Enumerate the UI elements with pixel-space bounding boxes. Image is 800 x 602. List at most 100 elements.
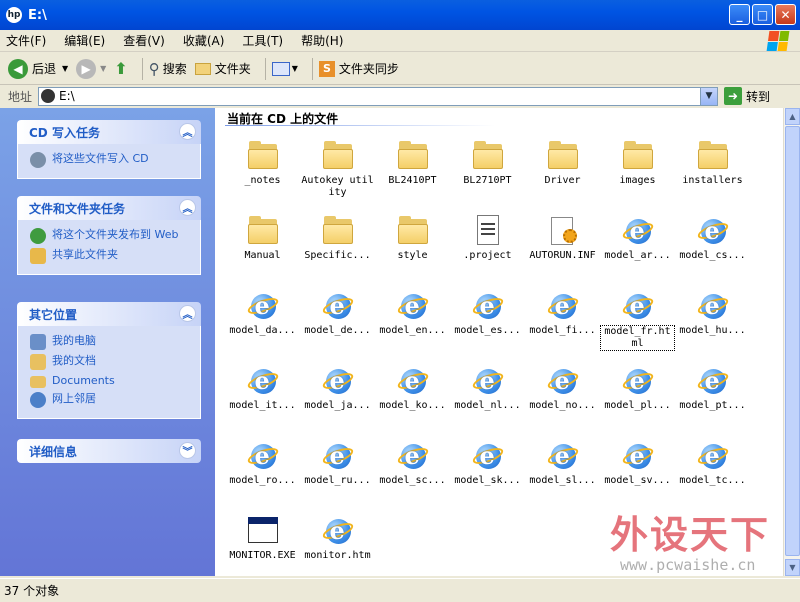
file-item[interactable]: .project [450, 215, 525, 262]
menu-edit[interactable]: 编辑(E) [64, 32, 105, 49]
back-button[interactable]: ◀ 后退 ▼ [8, 58, 69, 79]
html-document-icon: e [620, 215, 655, 247]
file-item[interactable]: e model_da... [225, 290, 300, 337]
scroll-down-button[interactable]: ▼ [785, 559, 800, 576]
html-document-icon: e [695, 290, 730, 322]
file-item[interactable]: e model_cs... [675, 215, 750, 262]
task-write-cd[interactable]: 将这些文件写入 CD [30, 152, 194, 168]
setup-info-icon [547, 215, 579, 247]
file-item[interactable]: e model_ro... [225, 440, 300, 487]
menu-favorites[interactable]: 收藏(A) [183, 32, 225, 49]
file-name: model_hu... [679, 325, 746, 336]
minimize-button[interactable]: _ [729, 4, 750, 25]
panel-details: 详细信息 ︾ [17, 439, 201, 463]
maximize-button[interactable]: □ [752, 4, 773, 25]
chevron-down-icon: ▼ [291, 64, 298, 73]
scroll-thumb[interactable] [785, 126, 800, 556]
collapse-icon[interactable]: ︽ [179, 123, 196, 140]
place-my-computer[interactable]: 我的电脑 [30, 334, 194, 350]
file-item[interactable]: e model_sc... [375, 440, 450, 487]
place-label: 网上邻居 [52, 392, 96, 405]
expand-icon[interactable]: ︾ [179, 442, 196, 459]
panel-file-tasks: 文件和文件夹任务 ︽ 将这个文件夹发布到 Web 共享此文件夹 [17, 196, 201, 275]
file-item[interactable]: e model_ko... [375, 365, 450, 412]
file-item[interactable]: e model_nl... [450, 365, 525, 412]
search-button[interactable]: ⚲ 搜索 [149, 60, 187, 78]
place-documents[interactable]: Documents [30, 374, 194, 388]
file-item[interactable]: BL2410PT [375, 140, 450, 187]
file-name: model_sk... [454, 475, 521, 486]
file-item[interactable]: e model_hu... [675, 290, 750, 337]
heading-underline [225, 125, 495, 126]
task-publish-web[interactable]: 将这个文件夹发布到 Web [30, 228, 194, 244]
file-item[interactable]: AUTORUN.INF [525, 215, 600, 262]
file-item[interactable]: e model_sl... [525, 440, 600, 487]
panel-header[interactable]: 文件和文件夹任务 ︽ [17, 196, 201, 220]
menu-view[interactable]: 查看(V) [123, 32, 165, 49]
panel-header[interactable]: CD 写入任务 ︽ [17, 120, 201, 144]
file-item[interactable]: BL2710PT [450, 140, 525, 187]
back-arrow-icon: ◀ [8, 58, 28, 79]
file-item[interactable]: e model_tc... [675, 440, 750, 487]
menu-help[interactable]: 帮助(H) [301, 32, 343, 49]
go-button[interactable]: ➜ 转到 [724, 87, 770, 105]
file-item[interactable]: e model_fi... [525, 290, 600, 337]
file-item[interactable]: e model_pt... [675, 365, 750, 412]
up-button[interactable]: ⬆ [114, 59, 127, 78]
chevron-down-icon: ▼ [62, 64, 69, 73]
file-name: style [397, 250, 428, 261]
hp-drive-icon [41, 89, 56, 103]
collapse-icon[interactable]: ︽ [179, 305, 196, 322]
panel-header[interactable]: 其它位置 ︽ [17, 302, 201, 326]
address-input[interactable]: E:\ ▼ [38, 86, 719, 106]
address-dropdown-button[interactable]: ▼ [700, 87, 718, 105]
task-share-folder[interactable]: 共享此文件夹 [30, 248, 194, 264]
file-item[interactable]: e model_es... [450, 290, 525, 337]
file-item[interactable]: e model_it... [225, 365, 300, 412]
menu-file[interactable]: 文件(F) [6, 32, 46, 49]
file-item[interactable]: e model_sv... [600, 440, 675, 487]
file-item[interactable]: e model_ru... [300, 440, 375, 487]
application-icon [247, 515, 279, 547]
go-label: 转到 [746, 89, 771, 104]
html-document-icon: e [245, 365, 280, 397]
folder-icon [547, 140, 579, 172]
file-item[interactable]: images [600, 140, 675, 187]
file-item[interactable]: e model_pl... [600, 365, 675, 412]
file-name: Driver [544, 175, 581, 186]
file-item[interactable]: e model_fr.html [600, 290, 675, 351]
forward-button[interactable]: ▶ ▼ [76, 58, 106, 79]
file-item[interactable]: e model_en... [375, 290, 450, 337]
file-name: Specific... [304, 250, 371, 261]
file-item[interactable]: e model_de... [300, 290, 375, 337]
file-item[interactable]: e monitor.htm [300, 515, 375, 562]
file-item[interactable]: e model_ja... [300, 365, 375, 412]
menu-tools[interactable]: 工具(T) [242, 32, 283, 49]
file-item[interactable]: Manual [225, 215, 300, 262]
file-item[interactable]: Autokey utility [300, 140, 375, 199]
folder-icon [622, 140, 654, 172]
file-item[interactable]: Driver [525, 140, 600, 187]
file-item[interactable]: style [375, 215, 450, 262]
html-document-icon: e [320, 440, 355, 472]
scroll-up-button[interactable]: ▲ [785, 108, 800, 125]
file-item[interactable]: installers [675, 140, 750, 187]
file-item[interactable]: _notes [225, 140, 300, 187]
file-item[interactable]: e model_ar... [600, 215, 675, 262]
task-label: 将这些文件写入 CD [52, 152, 149, 165]
search-icon: ⚲ [148, 59, 160, 78]
folder-sync-button[interactable]: S 文件夹同步 [318, 60, 399, 77]
place-network[interactable]: 网上邻居 [30, 392, 194, 408]
views-button[interactable]: ▼ [271, 61, 298, 76]
place-my-documents[interactable]: 我的文档 [30, 354, 194, 370]
panel-header[interactable]: 详细信息 ︾ [17, 439, 201, 463]
vertical-scrollbar[interactable]: ▲ ▼ [783, 108, 800, 576]
collapse-icon[interactable]: ︽ [179, 199, 196, 216]
folders-button[interactable]: 文件夹 [194, 60, 251, 77]
file-item[interactable]: e model_sk... [450, 440, 525, 487]
file-item[interactable]: e model_no... [525, 365, 600, 412]
file-item[interactable]: Specific... [300, 215, 375, 262]
close-button[interactable]: ✕ [775, 4, 796, 25]
file-name: model_ar... [604, 250, 671, 261]
file-item[interactable]: MONITOR.EXE [225, 515, 300, 562]
